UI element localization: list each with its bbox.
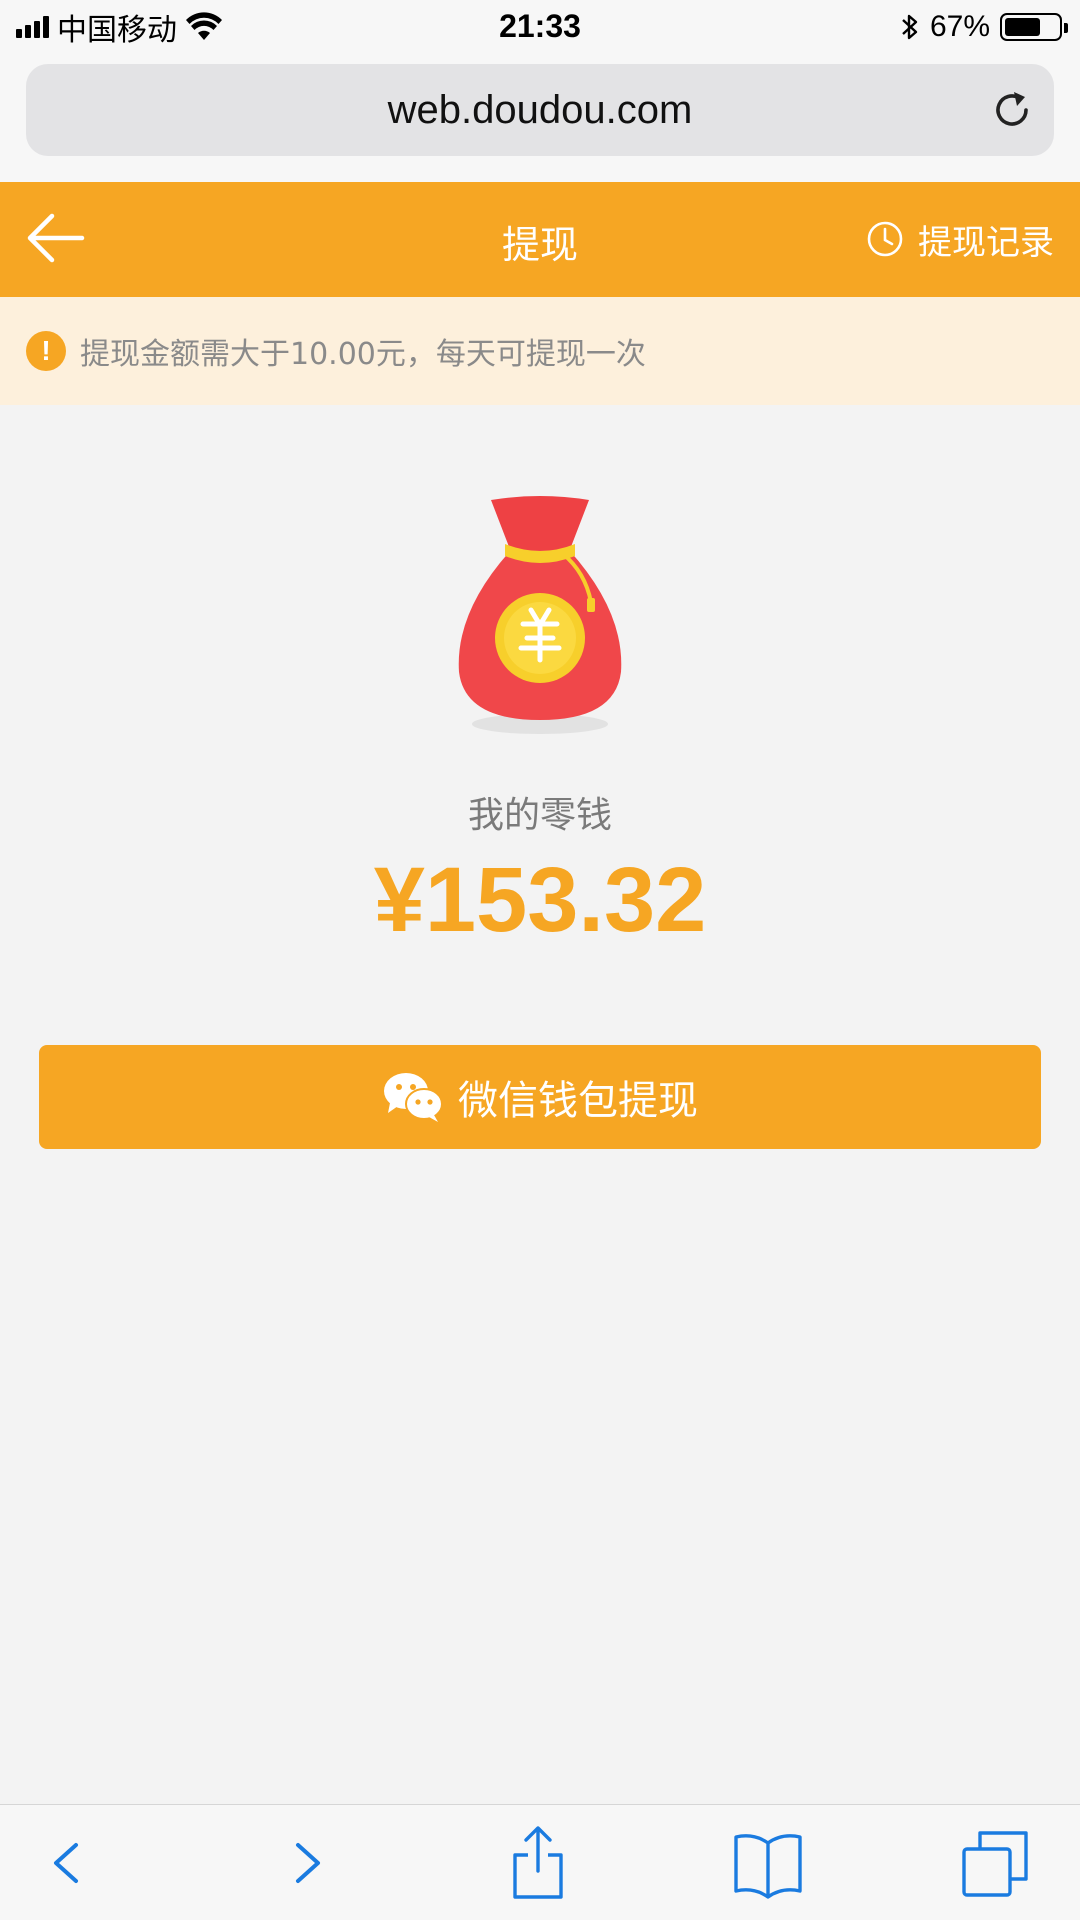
- back-icon: [54, 1843, 78, 1883]
- share-icon: [513, 1826, 563, 1899]
- clock-icon: [867, 221, 903, 257]
- money-bag-icon: [458, 496, 622, 734]
- withdraw-history-link[interactable]: 提现记录: [866, 216, 1054, 263]
- notice-banner: ! 提现金额需大于10.00元，每天可提现一次: [0, 297, 1080, 405]
- tabs-icon: [962, 1831, 1028, 1897]
- bookmarks-button[interactable]: [732, 1825, 804, 1901]
- back-arrow-icon[interactable]: [24, 210, 88, 266]
- warning-icon: !: [26, 331, 66, 371]
- wallet-label: 我的零钱: [467, 795, 612, 836]
- app-header: 提现 提现记录: [0, 182, 1080, 297]
- status-right: 67%: [900, 9, 1068, 45]
- wallet-balance: ¥153.32: [373, 849, 707, 951]
- url-text: web.doudou.com: [387, 87, 693, 132]
- wechat-withdraw-button[interactable]: 微信钱包提现: [39, 1045, 1041, 1149]
- bookmarks-icon: [734, 1834, 802, 1899]
- wechat-withdraw-label: 微信钱包提现: [458, 1078, 698, 1124]
- share-button[interactable]: [502, 1825, 574, 1901]
- withdraw-history-label: 提现记录: [918, 222, 1054, 263]
- browser-toolbar: [0, 1804, 1080, 1920]
- browser-bar: web.doudou.com: [0, 54, 1080, 182]
- forward-icon: [296, 1843, 320, 1883]
- tabs-button[interactable]: [960, 1825, 1032, 1901]
- wechat-icon: [384, 1073, 443, 1122]
- battery-percent: 67%: [929, 10, 990, 43]
- status-bar: 中国移动 21:33 67%: [0, 0, 1080, 54]
- notice-text: 提现金额需大于10.00元，每天可提现一次: [80, 337, 646, 372]
- battery-icon: [1000, 13, 1068, 41]
- bluetooth-icon: [902, 14, 918, 40]
- reload-icon[interactable]: [990, 88, 1036, 134]
- battery-fill: [1005, 18, 1040, 36]
- browser-back-button[interactable]: [32, 1825, 104, 1901]
- address-bar[interactable]: web.doudou.com: [26, 64, 1054, 156]
- browser-forward-button[interactable]: [270, 1825, 342, 1901]
